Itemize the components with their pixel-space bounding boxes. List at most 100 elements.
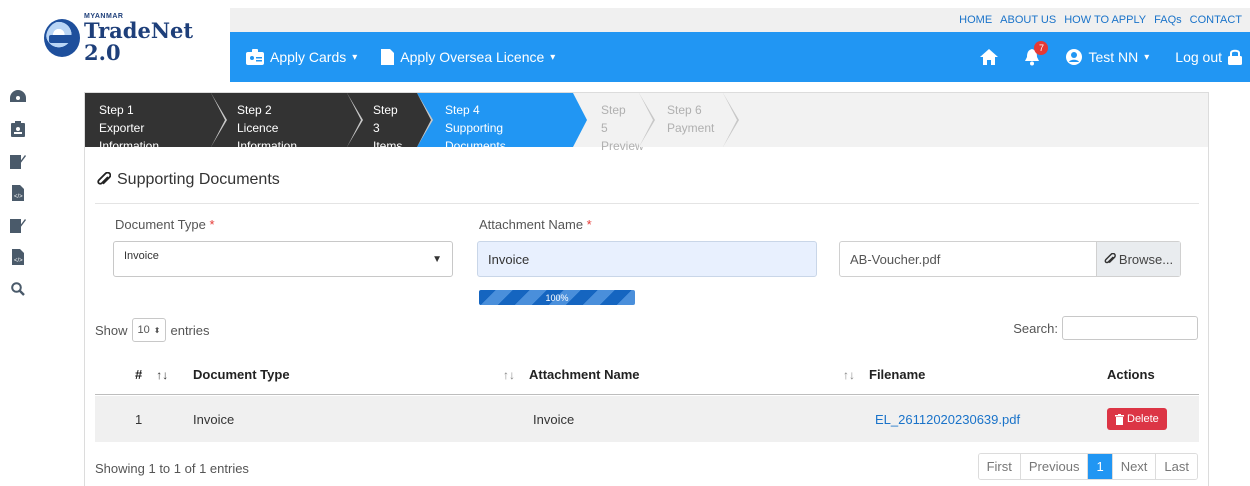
document-type-value: Invoice [124,250,159,262]
left-sidebar: </> </> [0,88,36,298]
step-5-label: Preview [601,139,644,153]
delete-label: Delete [1127,413,1159,425]
step-2-label: Licence Information [237,121,298,153]
step-2[interactable]: Step 2 Licence Information [211,93,363,153]
logo-text: MYANMAR TradeNet 2.0 [84,13,228,64]
tradenet-logo[interactable]: MYANMAR TradeNet 2.0 [44,10,228,66]
apply-cards-label: Apply Cards [270,49,347,65]
toplink-how-to-apply[interactable]: HOW TO APPLY [1064,14,1146,26]
search-icon[interactable] [9,280,27,298]
row-num: 1 [135,411,143,427]
paperclip-icon [97,172,111,185]
page-last[interactable]: Last [1156,454,1197,479]
table-row: 1 Invoice Invoice EL_26112020230639.pdf … [95,396,1199,442]
toplink-home[interactable]: HOME [959,14,992,26]
browse-button[interactable]: Browse... [1096,242,1180,276]
sort-icon: ↑↓ [503,367,515,382]
pagination: First Previous 1 Next Last [977,453,1198,480]
main-navbar: Apply Cards ▾ Apply Oversea Licence ▾ 7 … [230,32,1250,82]
show-entries: Show 10 ⬍ entries [95,318,210,342]
search-input[interactable] [1062,316,1198,340]
apply-cards-menu[interactable]: Apply Cards ▾ [246,49,357,65]
step-1-label: Exporter Information [99,121,160,153]
page-first[interactable]: First [978,454,1021,479]
paperclip-icon [1104,252,1116,263]
sort-updown-icon: ⬍ [153,325,161,335]
signature-icon[interactable] [9,216,27,234]
entries-length-select[interactable]: 10 ⬍ [131,318,167,342]
wizard-steps: Step 1 Exporter Information Step 2 Licen… [85,93,1208,153]
document-type-select[interactable]: Invoice ▼ [113,241,453,277]
page-current[interactable]: 1 [1088,454,1113,479]
logout-button[interactable]: Log out [1175,49,1242,65]
page-previous[interactable]: Previous [1020,454,1089,479]
signature-icon[interactable] [9,152,27,170]
step-1[interactable]: Step 1 Exporter Information [85,93,227,153]
toplink-faqs[interactable]: FAQs [1154,14,1182,26]
sort-icon: ↑↓ [156,367,169,382]
col-header-actions: Actions [1107,355,1155,394]
row-document-type: Invoice [193,411,235,427]
progress-fill: 100% [479,290,635,305]
required-mark: * [209,217,215,232]
code-file-icon[interactable]: </> [9,248,27,266]
caret-down-icon: ▼ [432,254,442,265]
notifications-button[interactable]: 7 [1024,40,1049,66]
row-filename-link[interactable]: EL_26112020230639.pdf [875,396,1020,442]
dashboard-icon[interactable] [9,88,27,106]
logout-label: Log out [1175,49,1222,65]
step-4[interactable]: Step 4 Supporting Documents [417,93,587,153]
user-name: Test NN [1088,49,1139,65]
page-next[interactable]: Next [1112,454,1157,479]
step-2-number: Step 2 [237,103,272,117]
user-menu[interactable]: Test NN ▾ [1066,49,1149,65]
file-name-field[interactable]: AB-Voucher.pdf [840,242,1096,276]
id-card-icon[interactable] [9,120,27,138]
home-icon [980,49,999,65]
browse-label: Browse... [1118,251,1174,267]
upload-progress-bar: 100% [479,290,635,305]
nav-left: Apply Cards ▾ Apply Oversea Licence ▾ [230,49,555,65]
document-type-label-text: Document Type [115,217,206,232]
globe-logo-icon [44,19,81,57]
step-1-number: Step 1 [99,103,134,117]
code-file-icon[interactable]: </> [9,184,27,202]
col-attachment-name-label: Attachment Name [529,367,640,382]
col-header-filename[interactable]: ↑↓ Filename [843,355,925,394]
step-6-label: Payment [667,121,715,135]
user-circle-icon [1066,49,1083,65]
file-upload[interactable]: AB-Voucher.pdf Browse... [839,241,1181,277]
col-header-attachment-name[interactable]: ↑↓ Attachment Name [503,355,640,394]
col-actions-label: Actions [1107,367,1155,382]
attachment-name-input[interactable]: Invoice [477,241,817,277]
section-title: Supporting Documents [117,171,280,188]
delete-button[interactable]: Delete [1107,408,1167,430]
file-icon [381,49,395,65]
entries-length-value: 10 [137,324,150,336]
toplink-contact[interactable]: CONTACT [1190,14,1242,26]
required-mark: * [586,217,592,232]
attachment-name-label: Attachment Name * [479,217,592,232]
divider [95,203,1199,204]
notification-count-badge: 7 [1034,40,1049,55]
row-attachment-name: Invoice [533,411,575,427]
apply-oversea-menu[interactable]: Apply Oversea Licence ▾ [381,49,555,65]
col-document-type-label: Document Type [193,367,290,382]
step-4-label: Supporting Documents [445,121,506,153]
nav-right: 7 Test NN ▾ Log out [980,40,1250,66]
col-header-document-type[interactable]: Document Type [193,355,290,394]
chevron-down-icon: ▾ [1144,51,1150,63]
step-4-number: Step 4 [445,103,480,117]
show-label: Show [95,322,128,338]
entries-label: entries [170,322,210,338]
lock-icon [1228,49,1242,65]
toplink-about[interactable]: ABOUT US [1000,14,1056,26]
progress-label: 100% [545,292,569,303]
home-button[interactable] [980,49,999,65]
svg-text:</>: </> [14,194,23,200]
col-header-num[interactable]: # ↑↓ [135,355,168,394]
main-panel: Step 1 Exporter Information Step 2 Licen… [84,92,1209,486]
col-num-label: # [135,367,143,382]
table-info: Showing 1 to 1 of 1 entries [95,461,249,476]
trash-icon [1115,413,1124,425]
